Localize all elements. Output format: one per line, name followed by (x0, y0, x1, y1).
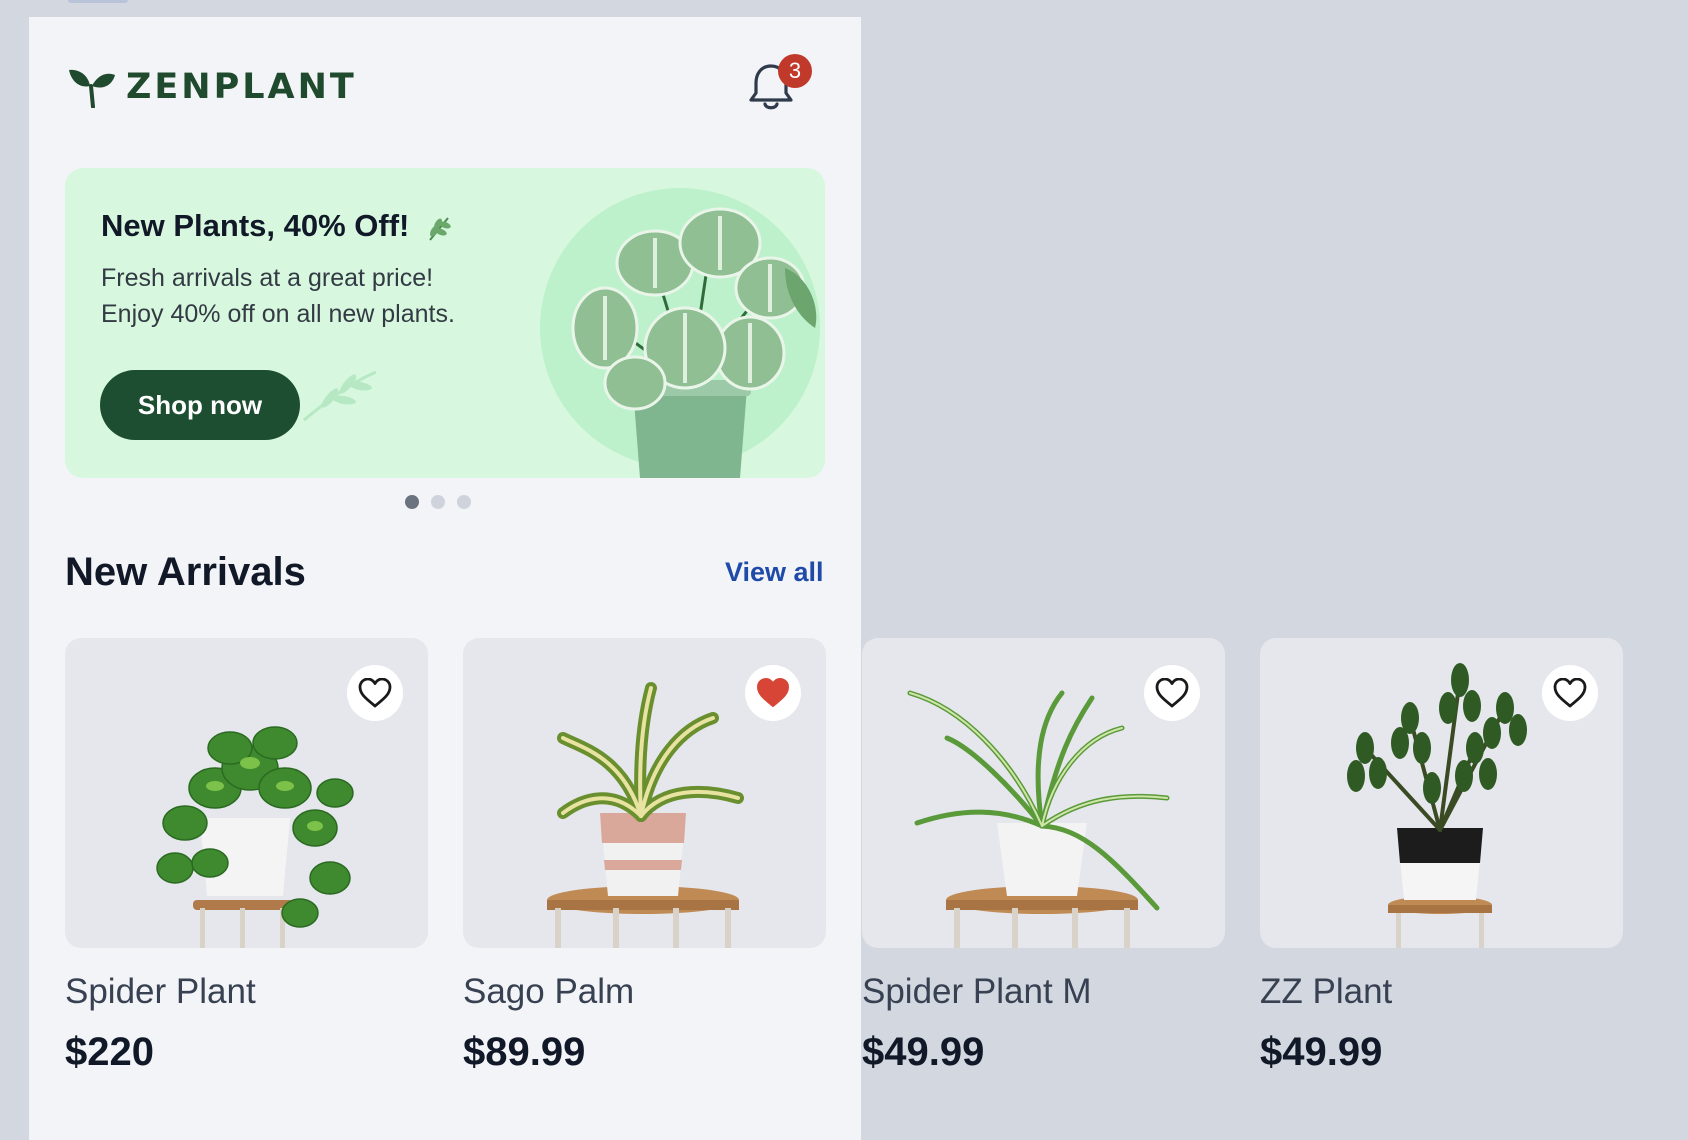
brand-logo[interactable]: ZENPLANT (68, 66, 357, 108)
notification-badge: 3 (778, 54, 812, 88)
section-title: New Arrivals (65, 550, 306, 594)
product-name: Spider Plant M (862, 972, 1092, 1011)
product-card[interactable]: Spider Plant $220 (65, 638, 428, 1075)
product-price: $89.99 (463, 1030, 586, 1074)
banner-subtitle-line-1: Fresh arrivals at a great price! (101, 264, 434, 292)
product-card[interactable]: Spider Plant M $49.99 (862, 638, 1225, 1075)
product-card[interactable]: Sago Palm $89.99 (463, 638, 826, 1075)
product-name: ZZ Plant (1260, 972, 1393, 1011)
notifications-button[interactable]: 3 (748, 54, 812, 114)
product-image (463, 638, 826, 948)
product-image (1260, 638, 1623, 948)
heart-outline-icon (1553, 678, 1587, 708)
product-image (65, 638, 428, 948)
favorite-button[interactable] (347, 665, 403, 721)
banner-plant-image (540, 188, 820, 478)
banner-subtitle-line-2: Enjoy 40% off on all new plants. (101, 300, 455, 328)
shop-now-button[interactable]: Shop now (100, 370, 300, 440)
decorative-leaf-icon (303, 370, 377, 422)
heart-outline-icon (1155, 678, 1189, 708)
promo-banner[interactable]: New Plants, 40% Off! Fresh arrivals at a… (65, 168, 825, 478)
top-edge-sliver (68, 0, 128, 3)
favorite-button[interactable] (1144, 665, 1200, 721)
favorite-button[interactable] (1542, 665, 1598, 721)
carousel-dot-2[interactable] (431, 495, 445, 509)
view-all-link[interactable]: View all (725, 557, 824, 588)
leaf-logo-icon (69, 69, 115, 108)
banner-subtitle: Fresh arrivals at a great price! Enjoy 4… (101, 260, 455, 332)
product-price: $49.99 (1260, 1030, 1383, 1074)
product-price: $49.99 (862, 1030, 985, 1074)
heart-filled-icon (757, 678, 789, 707)
product-name: Spider Plant (65, 972, 256, 1011)
banner-title: New Plants, 40% Off! (101, 208, 454, 244)
product-card[interactable]: ZZ Plant $49.99 (1260, 638, 1623, 1075)
product-image (862, 638, 1225, 948)
carousel-dots (405, 495, 471, 509)
brand-name: ZENPLANT (126, 67, 357, 107)
product-price: $220 (65, 1030, 154, 1074)
product-name: Sago Palm (463, 972, 635, 1011)
leaf-sprig-icon (429, 217, 451, 241)
carousel-dot-1[interactable] (405, 495, 419, 509)
banner-title-text: New Plants, 40% Off! (101, 208, 410, 243)
heart-outline-icon (358, 678, 392, 708)
favorite-button[interactable] (745, 665, 801, 721)
carousel-dot-3[interactable] (457, 495, 471, 509)
